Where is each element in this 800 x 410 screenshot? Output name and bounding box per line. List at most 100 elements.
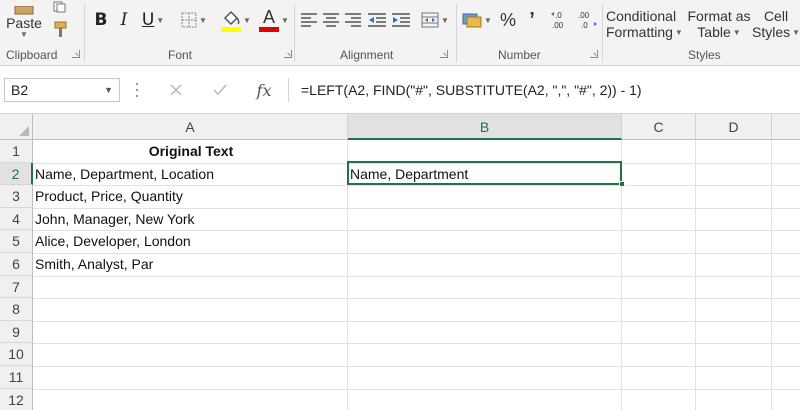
gridline <box>33 275 800 277</box>
align-right-button[interactable] <box>342 9 364 31</box>
cell-a6[interactable]: Smith, Analyst, Par <box>33 253 347 275</box>
paint-bucket-icon <box>221 10 242 32</box>
percent-style-button[interactable]: % <box>496 8 520 32</box>
percent-label: % <box>499 9 516 30</box>
group-separator <box>84 4 85 62</box>
chevron-down-icon: ▼ <box>732 27 741 37</box>
number-launcher-icon[interactable] <box>590 50 598 58</box>
merge-center-icon <box>421 12 439 28</box>
formula-input[interactable]: =LEFT(A2, FIND("#", SUBSTITUTE(A2, ",", … <box>288 78 800 102</box>
decrease-decimal-icon: .00.0 <box>578 11 597 30</box>
cell-styles-line1: Cell <box>763 8 789 24</box>
enter-button[interactable] <box>208 78 232 102</box>
align-left-button[interactable] <box>298 9 320 31</box>
cell-styles-line2: Styles <box>751 24 791 40</box>
paste-label: Paste <box>6 14 42 31</box>
row-header-12[interactable]: 12 <box>0 388 33 410</box>
row-header-11[interactable]: 11 <box>0 366 33 389</box>
clipboard-launcher-icon[interactable] <box>72 50 80 58</box>
select-all-button[interactable] <box>0 114 33 140</box>
decrease-indent-button[interactable] <box>366 9 388 31</box>
copy-icon <box>53 1 66 13</box>
increase-decimal-button[interactable]: .0.00 <box>550 8 574 32</box>
cell-styles-button[interactable]: Cell Styles ▼ <box>752 4 800 44</box>
paste-button[interactable]: Paste ▼ <box>2 0 46 44</box>
chevron-down-icon: ▼ <box>104 85 113 95</box>
borders-button[interactable]: ▼ <box>176 8 212 32</box>
close-icon <box>170 84 182 96</box>
format-as-table-button[interactable]: Format as Table ▼ <box>686 4 752 44</box>
alignment-launcher-icon[interactable] <box>440 50 448 58</box>
fill-handle[interactable] <box>619 181 625 187</box>
cell-a4[interactable]: John, Manager, New York <box>33 208 347 230</box>
gridline <box>33 320 800 322</box>
chevron-down-icon: ▼ <box>484 15 492 25</box>
font-group-label: Font <box>168 48 193 62</box>
comma-style-button[interactable]: ’ <box>522 8 542 32</box>
align-right-icon <box>345 13 361 27</box>
chevron-down-icon: ▼ <box>441 15 449 25</box>
format-painter-icon <box>54 21 67 37</box>
row-header-2[interactable]: 2 <box>0 162 33 186</box>
column-header-d[interactable]: D <box>696 114 772 140</box>
row-header-3[interactable]: 3 <box>0 185 33 208</box>
conditional-formatting-line2: Formatting <box>606 24 673 40</box>
chevron-down-icon: ▼ <box>199 15 207 25</box>
row-header-10[interactable]: 10 <box>0 343 33 366</box>
merge-center-button[interactable]: ▼ <box>418 8 452 32</box>
italic-button[interactable]: I <box>114 8 134 32</box>
more-options-icon <box>135 82 139 98</box>
group-separator <box>602 4 603 62</box>
column-header-c[interactable]: C <box>622 114 696 140</box>
copy-button[interactable] <box>50 0 70 14</box>
svg-text:.00: .00 <box>552 21 564 30</box>
align-center-icon <box>323 13 339 27</box>
alignment-group-label: Alignment <box>340 48 394 62</box>
row-header-4[interactable]: 4 <box>0 207 33 231</box>
accounting-format-button[interactable]: ▼ <box>460 7 494 33</box>
row-header-8[interactable]: 8 <box>0 298 33 321</box>
group-separator <box>294 4 295 62</box>
bold-button[interactable]: B <box>90 8 112 32</box>
font-color-icon: A <box>259 7 280 32</box>
font-launcher-icon[interactable] <box>284 50 292 58</box>
row-header-7[interactable]: 7 <box>0 275 33 299</box>
cell-a5[interactable]: Alice, Developer, London <box>33 230 347 252</box>
decrease-indent-icon <box>368 13 386 27</box>
increase-indent-button[interactable] <box>390 9 412 31</box>
cell-styles-line2-wrap: Styles ▼ <box>752 24 800 40</box>
column-header-e[interactable] <box>772 114 800 140</box>
decrease-decimal-button[interactable]: .00.0 <box>576 8 600 32</box>
svg-text:.0: .0 <box>581 21 588 30</box>
row-header-1[interactable]: 1 <box>0 140 33 163</box>
row-header-5[interactable]: 5 <box>0 230 33 253</box>
cell-a2[interactable]: Name, Department, Location <box>33 163 347 185</box>
column-header-b[interactable]: B <box>348 114 622 140</box>
checkmark-icon <box>213 84 227 96</box>
fill-color-button[interactable]: ▼ <box>218 6 254 34</box>
align-center-button[interactable] <box>320 9 342 31</box>
cancel-entry-button[interactable] <box>164 78 188 102</box>
row-header-9[interactable]: 9 <box>0 320 33 344</box>
name-box[interactable]: B2 ▼ <box>4 78 120 102</box>
chevron-down-icon: ▼ <box>281 15 289 25</box>
format-as-table-line2: Table <box>697 24 731 40</box>
chevron-down-icon: ▼ <box>243 15 251 25</box>
format-as-table-line2-wrap: Table ▼ <box>697 24 740 40</box>
font-color-letter: A <box>263 7 276 27</box>
chevron-down-icon: ▼ <box>156 15 165 25</box>
cell-a1[interactable]: Original Text <box>33 140 347 162</box>
group-separator <box>456 4 457 62</box>
underline-button[interactable]: U ▼ <box>137 8 169 32</box>
row-header-6[interactable]: 6 <box>0 253 33 276</box>
conditional-formatting-button[interactable]: Conditional Formatting ▼ <box>606 4 686 44</box>
font-color-button[interactable]: A ▼ <box>256 6 292 34</box>
cell-a3[interactable]: Product, Price, Quantity <box>33 185 347 207</box>
insert-function-button[interactable]: fx <box>250 78 278 102</box>
ribbon: Paste ▼ Clipboard B I U ▼ ▼ ▼ A ▼ Font ▼… <box>0 0 800 66</box>
gridline <box>33 366 800 367</box>
conditional-formatting-line1: Conditional <box>606 8 677 24</box>
column-header-a[interactable]: A <box>33 114 348 140</box>
format-painter-button[interactable] <box>50 20 70 40</box>
active-cell-border <box>347 161 622 185</box>
